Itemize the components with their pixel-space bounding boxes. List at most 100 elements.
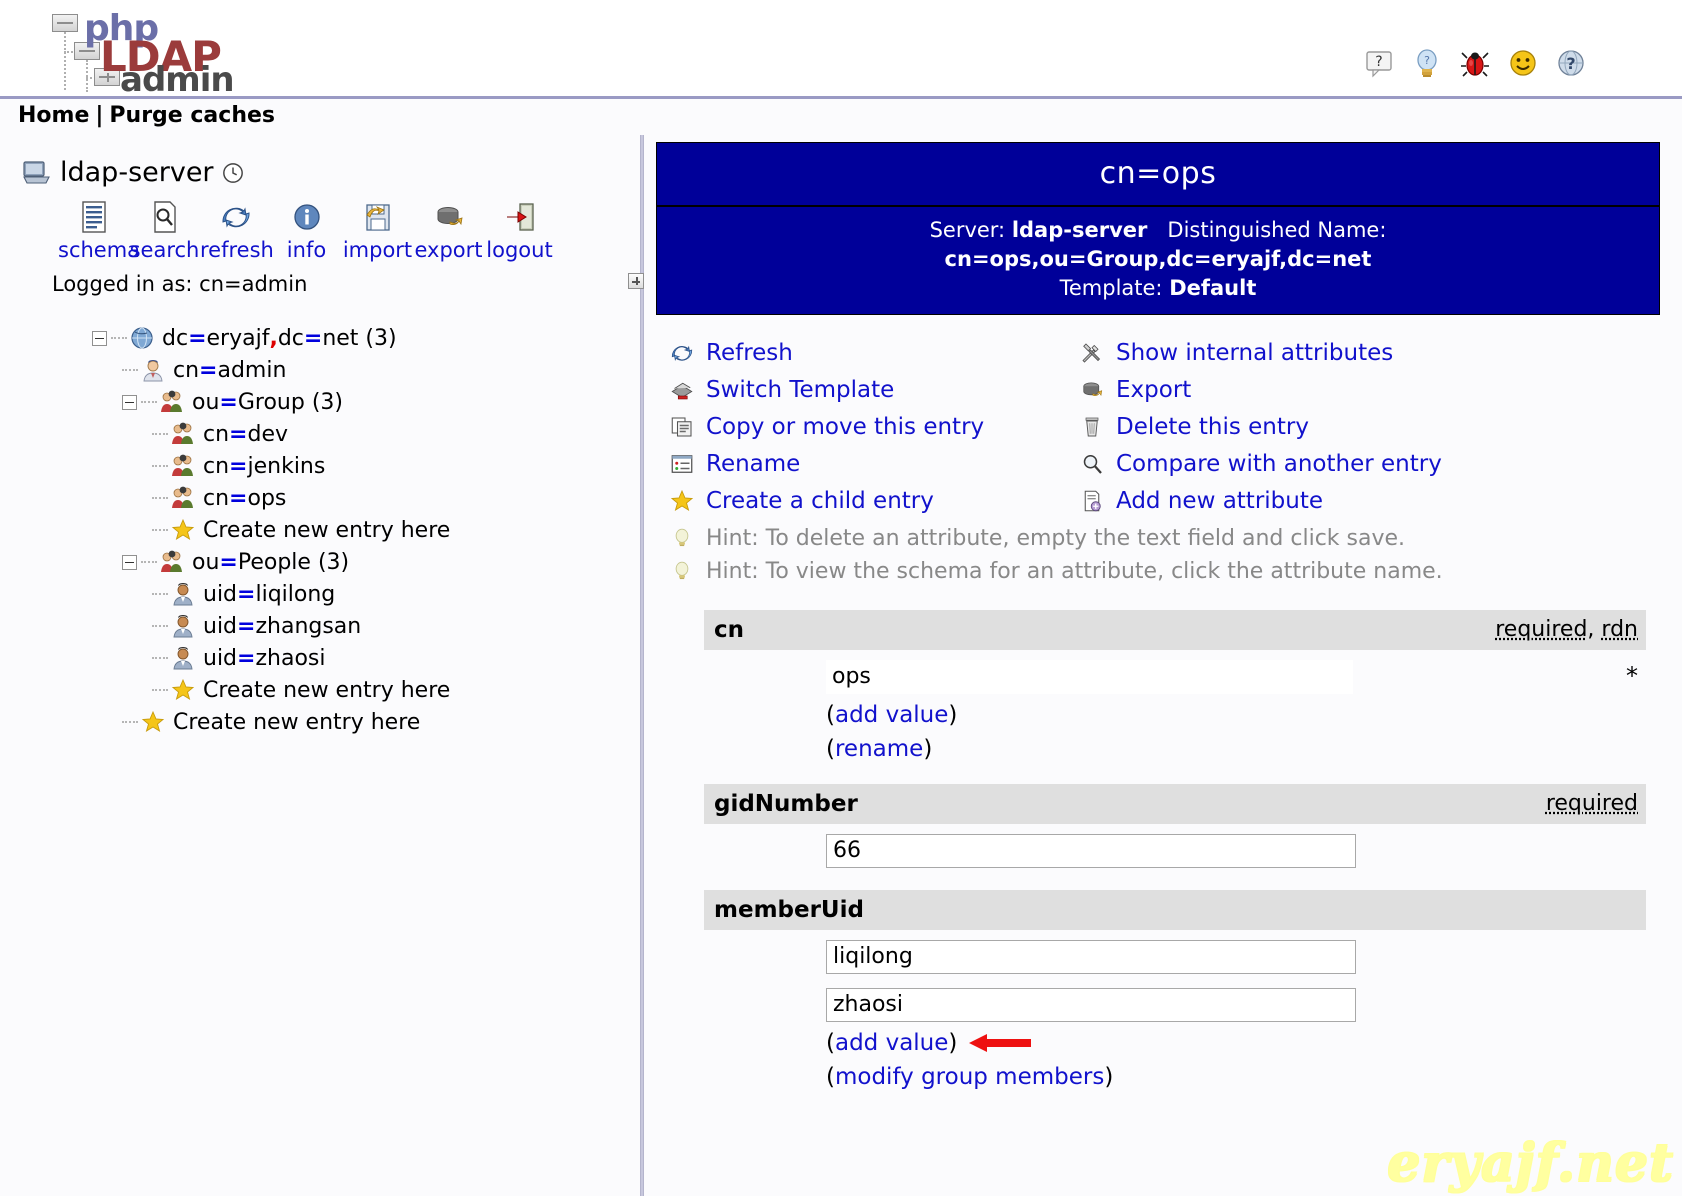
tree-item-ou-group[interactable]: ou=Group (3)	[92, 386, 640, 418]
modify-group-members-link[interactable]: modify group members	[835, 1064, 1104, 1090]
cn-add-value-link[interactable]: add value	[835, 702, 948, 728]
tree-item-label: Create new entry here	[173, 709, 421, 735]
tree-expander[interactable]	[122, 394, 137, 410]
tree-item-ou-people[interactable]: ou=People (3)	[92, 546, 640, 578]
tree-item-label: dc=eryajf,dc=net (3)	[162, 325, 397, 351]
action-label[interactable]: Create a child entry	[706, 488, 934, 514]
bug-icon[interactable]	[1460, 48, 1490, 78]
logo-admin-text: admin	[120, 60, 235, 100]
flag-required: required	[1495, 617, 1588, 643]
attribute-name[interactable]: memberUid	[714, 897, 864, 923]
app-logo: php LDAP admin	[22, 6, 235, 100]
export-icon	[1078, 377, 1106, 403]
toolbar-item-info[interactable]: info	[271, 198, 342, 262]
action-switch-template[interactable]: Switch Template	[668, 372, 1078, 409]
tree-item-label: Create new entry here	[203, 517, 451, 543]
main-panel: cn=ops Server: ldap-server Distinguished…	[644, 135, 1682, 1196]
attribute-values: (add value) (modify group members)	[704, 930, 1646, 1090]
tools-icon	[1078, 340, 1106, 366]
toolbar-item-import[interactable]: import	[342, 198, 413, 262]
action-label[interactable]: Delete this entry	[1116, 414, 1309, 440]
action-delete-entry[interactable]: Delete this entry	[1078, 409, 1548, 446]
action-compare-entry[interactable]: Compare with another entry	[1078, 446, 1548, 483]
toolbar-label: import	[342, 238, 413, 262]
tree-item-uid-zhaosi[interactable]: uid=zhaosi	[92, 642, 640, 674]
svg-text:?: ?	[1424, 54, 1430, 67]
help-bubble-icon[interactable]: ?	[1364, 48, 1394, 78]
toolbar-item-logout[interactable]: logout	[484, 198, 555, 262]
action-label[interactable]: Refresh	[706, 340, 793, 366]
attribute-header: cn required, rdn	[704, 609, 1646, 650]
attribute-block-cn: cn required, rdn * (add value) (rename)	[704, 609, 1646, 762]
action-create-child-entry[interactable]: Create a child entry	[668, 483, 1078, 520]
action-label[interactable]: Rename	[706, 451, 800, 477]
action-add-attribute[interactable]: Add new attribute	[1078, 483, 1548, 520]
gidnumber-value-input[interactable]	[826, 833, 1356, 868]
action-rename[interactable]: Rename	[668, 446, 1078, 483]
tree-expander[interactable]	[92, 330, 107, 346]
user-icon	[173, 647, 193, 670]
search-icon	[129, 198, 200, 236]
attribute-flags: required	[1546, 791, 1638, 816]
attribute-header: gidNumber required	[704, 783, 1646, 824]
tree-expander[interactable]	[122, 554, 137, 570]
action-copy-or-move[interactable]: Copy or move this entry	[668, 409, 1078, 446]
hint-row: Hint: To view the schema for an attribut…	[668, 555, 1660, 588]
modify-group-members-line: (modify group members)	[826, 1063, 1114, 1090]
toolbar-item-search[interactable]: search	[129, 198, 200, 262]
tree-item-uid-liqilong[interactable]: uid=liqilong	[92, 578, 640, 610]
action-label[interactable]: Add new attribute	[1116, 488, 1323, 514]
action-show-internal-attributes[interactable]: Show internal attributes	[1078, 335, 1548, 372]
action-label[interactable]: Switch Template	[706, 377, 894, 403]
flag-rdn: rdn	[1601, 617, 1638, 643]
tree-item-dc-eryajf[interactable]: dc=eryajf,dc=net (3)	[92, 322, 640, 354]
tree-item-create-new-entry[interactable]: Create new entry here	[92, 706, 640, 738]
logout-icon	[484, 198, 555, 236]
memberuid-value-input-1[interactable]	[826, 939, 1356, 974]
tree-item-cn-jenkins[interactable]: cn=jenkins	[92, 450, 640, 482]
star-icon	[171, 518, 195, 540]
cn-rename-link[interactable]: rename	[835, 736, 923, 762]
lightbulb-icon	[668, 526, 696, 550]
tree-item-uid-zhangsan[interactable]: uid=zhangsan	[92, 610, 640, 642]
tree-item-cn-admin[interactable]: cn=admin	[92, 354, 640, 386]
toolbar-item-export[interactable]: export	[413, 198, 484, 262]
hint-row: Hint: To delete an attribute, empty the …	[668, 522, 1660, 555]
attribute-name[interactable]: gidNumber	[714, 791, 858, 817]
toolbar-item-schema[interactable]: schema	[58, 198, 140, 262]
admin-user-icon	[143, 360, 163, 382]
trash-icon	[1078, 414, 1106, 440]
toolbar-label: refresh	[200, 238, 274, 262]
logo-node-icon	[52, 14, 78, 32]
help-globe-icon[interactable]: ?	[1556, 48, 1586, 78]
dn-value: cn=ops,ou=Group,dc=eryajf,dc=net	[944, 246, 1372, 271]
tree-item-cn-dev[interactable]: cn=dev	[92, 418, 640, 450]
action-label[interactable]: Export	[1116, 377, 1191, 403]
action-label[interactable]: Show internal attributes	[1116, 340, 1393, 366]
action-label[interactable]: Copy or move this entry	[706, 414, 984, 440]
attribute-name[interactable]: cn	[714, 617, 744, 643]
action-export[interactable]: Export	[1078, 372, 1548, 409]
star-icon	[668, 488, 696, 514]
home-link[interactable]: Home	[18, 103, 89, 128]
star-icon	[171, 678, 195, 700]
action-refresh[interactable]: Refresh	[668, 335, 1078, 372]
memberuid-value-input-2[interactable]	[826, 987, 1356, 1022]
rename-icon	[668, 451, 696, 477]
purge-caches-link[interactable]: Purge caches	[109, 103, 275, 128]
cn-value-input[interactable]	[826, 659, 1353, 694]
panel-resize-toggle[interactable]	[628, 273, 644, 289]
toolbar-item-refresh[interactable]: refresh	[200, 198, 274, 262]
tree-item-cn-ops[interactable]: cn=ops	[92, 482, 640, 514]
tree-item-create-new-entry[interactable]: Create new entry here	[92, 514, 640, 546]
toolbar-label: logout	[486, 238, 553, 262]
memberuid-add-value-link[interactable]: add value	[835, 1030, 948, 1056]
tree-item-create-new-entry[interactable]: Create new entry here	[92, 674, 640, 706]
lightbulb-icon[interactable]: ?	[1412, 48, 1442, 78]
action-label[interactable]: Compare with another entry	[1116, 451, 1442, 477]
smiley-icon[interactable]	[1508, 48, 1538, 78]
tree-item-label: uid=zhangsan	[203, 613, 362, 639]
add-attribute-icon	[1078, 488, 1106, 514]
tree-item-label: cn=dev	[203, 421, 289, 447]
svg-text:?: ?	[1566, 54, 1575, 73]
